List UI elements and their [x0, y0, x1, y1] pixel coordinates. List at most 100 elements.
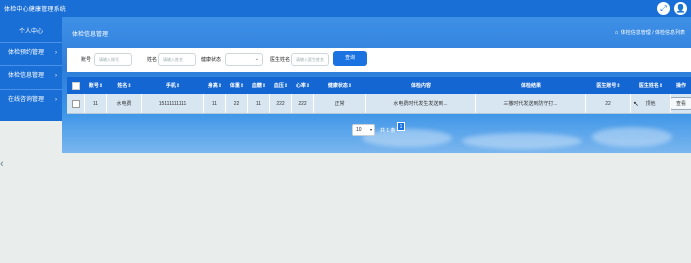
account-label: 账号	[81, 57, 92, 63]
row-checkbox[interactable]	[71, 99, 80, 108]
doctor-name-input[interactable]: 请输入医生姓名	[291, 53, 329, 66]
sort-icon: ⇕	[658, 82, 664, 89]
column-header[interactable]: 健康状态 ⇕	[314, 77, 366, 94]
top-bar: 体检中心健康管理系统 ⤢ 👤	[0, 0, 691, 17]
view-button[interactable]: 查看	[671, 97, 691, 110]
page-size-value: 10	[356, 127, 362, 133]
column-header[interactable]: 血压 ⇕	[270, 77, 292, 94]
select-all-checkbox[interactable]	[72, 81, 80, 90]
column-header[interactable]: 体重 ⇕	[226, 77, 248, 94]
sort-icon: ⇕	[347, 82, 353, 89]
sidebar-item-appointment[interactable]: 体检预约管理 ›	[0, 42, 62, 62]
health-status-cell: 正常	[314, 94, 366, 113]
column-header-label: 手机	[165, 83, 176, 89]
select-all-cell	[67, 77, 85, 94]
blood-sugar-cell: 11	[248, 94, 270, 113]
name-input[interactable]: 请输入姓名	[158, 53, 196, 66]
app-title: 体检中心健康管理系统	[4, 7, 67, 13]
doctor-account-cell: 22	[586, 94, 631, 113]
exam-result-cell: 三撒时代发送到防守打...	[476, 94, 586, 113]
search-button[interactable]: 查询	[333, 51, 367, 66]
breadcrumb-separator: /	[652, 30, 654, 36]
heart-rate-cell: 222	[292, 94, 314, 113]
total-count: 共 1 条	[380, 128, 396, 134]
column-header-label: 血糖	[251, 83, 262, 89]
column-header-label: 健康状态	[327, 83, 348, 89]
sidebar: 个人中心 体检预约管理 › 体检信息管理 › 在线咨询管理 ›	[0, 17, 62, 121]
chevron-right-icon: ›	[55, 73, 57, 79]
column-header-label: 体检结果	[520, 83, 541, 89]
chevron-down-icon: ▾	[369, 127, 372, 132]
sidebar-item-consult[interactable]: 在线咨询管理 ›	[0, 89, 62, 109]
breadcrumb-item[interactable]: 体检信息管理	[621, 30, 651, 36]
page-title: 体检信息管理	[72, 32, 109, 38]
breadcrumb-item: 体检信息列表	[654, 30, 685, 36]
sidebar-item-label: 体检预约管理	[8, 50, 45, 56]
account-cell: 11	[85, 94, 107, 113]
column-header[interactable]: 血糖 ⇕	[248, 77, 270, 94]
sort-icon: ⇕	[175, 82, 181, 89]
home-icon[interactable]: ⌂	[615, 30, 619, 36]
row-select-cell	[67, 94, 85, 113]
column-header-label: 体检内容	[410, 83, 431, 89]
sidebar-item-label: 个人中心	[18, 29, 43, 35]
name-label: 姓名	[147, 57, 158, 63]
phone-cell: 15111111111	[142, 94, 204, 113]
background-cloud	[362, 129, 452, 147]
column-header-label: 心率	[295, 83, 306, 89]
column-header[interactable]: 账号 ⇕	[85, 77, 107, 94]
user-avatar-icon[interactable]: 👤	[674, 2, 687, 15]
column-header: 体检结果	[476, 77, 586, 94]
column-header[interactable]: 心率 ⇕	[292, 77, 314, 94]
sidebar-item-personal-center[interactable]: 个人中心	[0, 22, 62, 42]
column-header: 操作	[671, 77, 691, 94]
doctor-name-label: 医生姓名	[270, 57, 291, 63]
account-input[interactable]: 请输入账号	[94, 53, 132, 66]
sort-icon: ⇕	[261, 82, 267, 89]
height-cell: 11	[204, 94, 226, 113]
background-cloud	[592, 127, 672, 147]
column-header: 体检内容	[366, 77, 476, 94]
table-row[interactable]: 11 水电费 15111111111 11 22 11 222 222 正常 水…	[67, 94, 691, 114]
column-header[interactable]: 医生姓名 ⇕	[631, 77, 671, 94]
column-header[interactable]: 手机 ⇕	[142, 77, 204, 94]
background-cloud	[462, 133, 582, 149]
expand-icon[interactable]: ⤢	[657, 2, 670, 15]
column-header[interactable]: 医生账号 ⇕	[586, 77, 631, 94]
search-panel: 账号 请输入账号 姓名 请输入姓名 健康状态 ⌄ 医生姓名 请输入医生姓名 查询	[67, 48, 691, 72]
column-header-label: 血压	[273, 83, 284, 89]
sort-icon: ⇕	[283, 82, 289, 89]
exam-content-cell: 水电费时代发生发送到...	[366, 94, 476, 113]
blood-pressure-cell: 222	[270, 94, 292, 113]
action-cell: 查看	[671, 94, 691, 113]
page-number-button[interactable]: 1	[397, 122, 405, 131]
sidebar-item-label: 在线咨询管理	[8, 97, 45, 103]
column-header[interactable]: 身高 ⇕	[204, 77, 226, 94]
health-status-label: 健康状态	[201, 57, 222, 63]
column-header-label: 体重	[229, 83, 240, 89]
weight-cell: 22	[226, 94, 248, 113]
column-header-label: 身高	[207, 83, 218, 89]
main-content: 体检信息管理 ⌂ 体检信息管理 / 体检信息列表 账号 请输入账号 姓名 请输入…	[62, 17, 691, 153]
chevron-right-icon: ›	[55, 97, 57, 103]
page-size-select[interactable]: 10 ▾	[352, 124, 375, 136]
table-header: 账号 ⇕ 姓名 ⇕ 手机 ⇕ 身高 ⇕ 体重 ⇕ 血糖 ⇕ 血压 ⇕ 心率 ⇕ 健康状态 ⇕ 体检…	[67, 77, 691, 94]
column-header-label: 操作	[675, 83, 686, 89]
sidebar-item-label: 体检信息管理	[8, 73, 45, 79]
name-cell: 水电费	[107, 94, 142, 113]
health-status-select[interactable]: ⌄	[225, 53, 263, 66]
sort-icon: ⇕	[616, 82, 621, 89]
sort-icon: ⇕	[239, 82, 245, 89]
exam-info-table: 账号 ⇕ 姓名 ⇕ 手机 ⇕ 身高 ⇕ 体重 ⇕ 血糖 ⇕ 血压 ⇕ 心率 ⇕ 健康状态 ⇕ 体检…	[67, 77, 691, 114]
column-header-label: 医生姓名	[638, 83, 659, 89]
page-header: 体检信息管理 ⌂ 体检信息管理 / 体检信息列表	[62, 17, 691, 45]
column-header-label: 姓名	[117, 83, 128, 89]
column-header[interactable]: 姓名 ⇕	[107, 77, 142, 94]
breadcrumb: ⌂ 体检信息管理 / 体检信息列表	[615, 29, 685, 36]
sort-icon: ⇕	[217, 82, 223, 89]
column-header-label: 医生账号	[596, 83, 617, 89]
sort-icon: ⇕	[127, 82, 132, 89]
chevron-left-icon[interactable]: ‹	[0, 158, 4, 170]
chevron-right-icon: ›	[55, 50, 57, 56]
sidebar-item-exam-info[interactable]: 体检信息管理 ›	[0, 65, 62, 85]
